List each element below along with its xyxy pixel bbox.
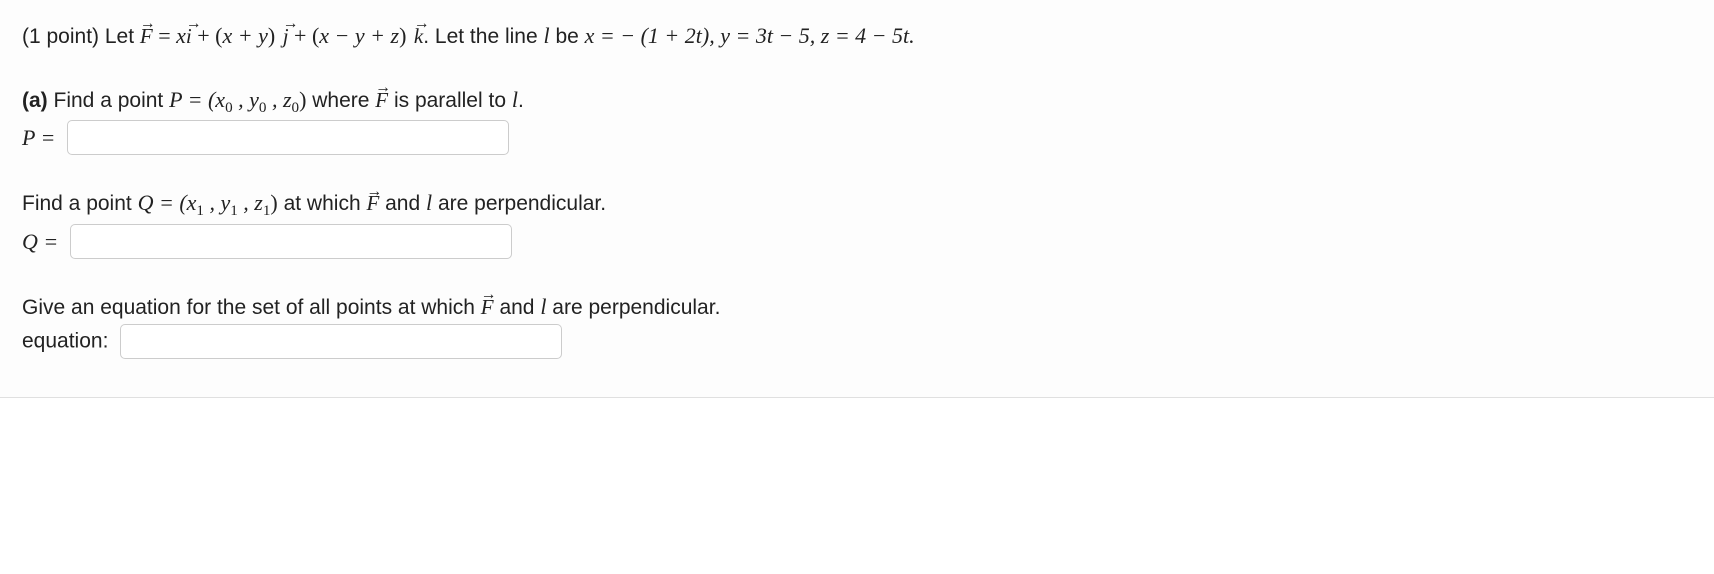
arrow-icon: → (481, 282, 494, 307)
equation-input-label: equation: (22, 330, 108, 353)
vector-k: →k (414, 20, 423, 54)
part-a-label: (a) (22, 89, 48, 112)
P-input[interactable] (67, 120, 509, 155)
line-equation: x = − (1 + 2t), y = 3t − 5, z = 4 − 5t. (585, 23, 915, 48)
arrow-icon: → (140, 11, 153, 36)
arrow-icon: → (283, 11, 289, 36)
part-equation: Give an equation for the set of all poin… (22, 289, 1692, 360)
vector-F: →F (140, 20, 153, 54)
arrow-icon: → (414, 11, 423, 36)
vector-j: →j (283, 20, 289, 54)
part-a: (a) Find a point P = (x0 , y0 , z0) wher… (22, 82, 1692, 156)
part-q: Find a point Q = (x1 , y1 , z1) at which… (22, 185, 1692, 259)
arrow-icon: → (375, 75, 388, 100)
points-label: (1 point) Let (22, 25, 140, 48)
equation-input[interactable] (120, 324, 562, 359)
arrow-icon: → (186, 11, 192, 36)
vector-F: →F (375, 84, 388, 118)
arrow-icon: → (366, 179, 379, 204)
vector-F: →F (481, 291, 494, 325)
Q-input[interactable] (70, 224, 512, 259)
problem-container: (1 point) Let →F = x→i + (x + y) →j + (x… (0, 0, 1714, 398)
P-input-label: P = (22, 125, 55, 150)
Q-input-label: Q = (22, 229, 58, 254)
vector-i: →i (186, 20, 192, 54)
problem-statement: (1 point) Let →F = x→i + (x + y) →j + (x… (22, 18, 1692, 54)
vector-F: →F (366, 187, 379, 221)
